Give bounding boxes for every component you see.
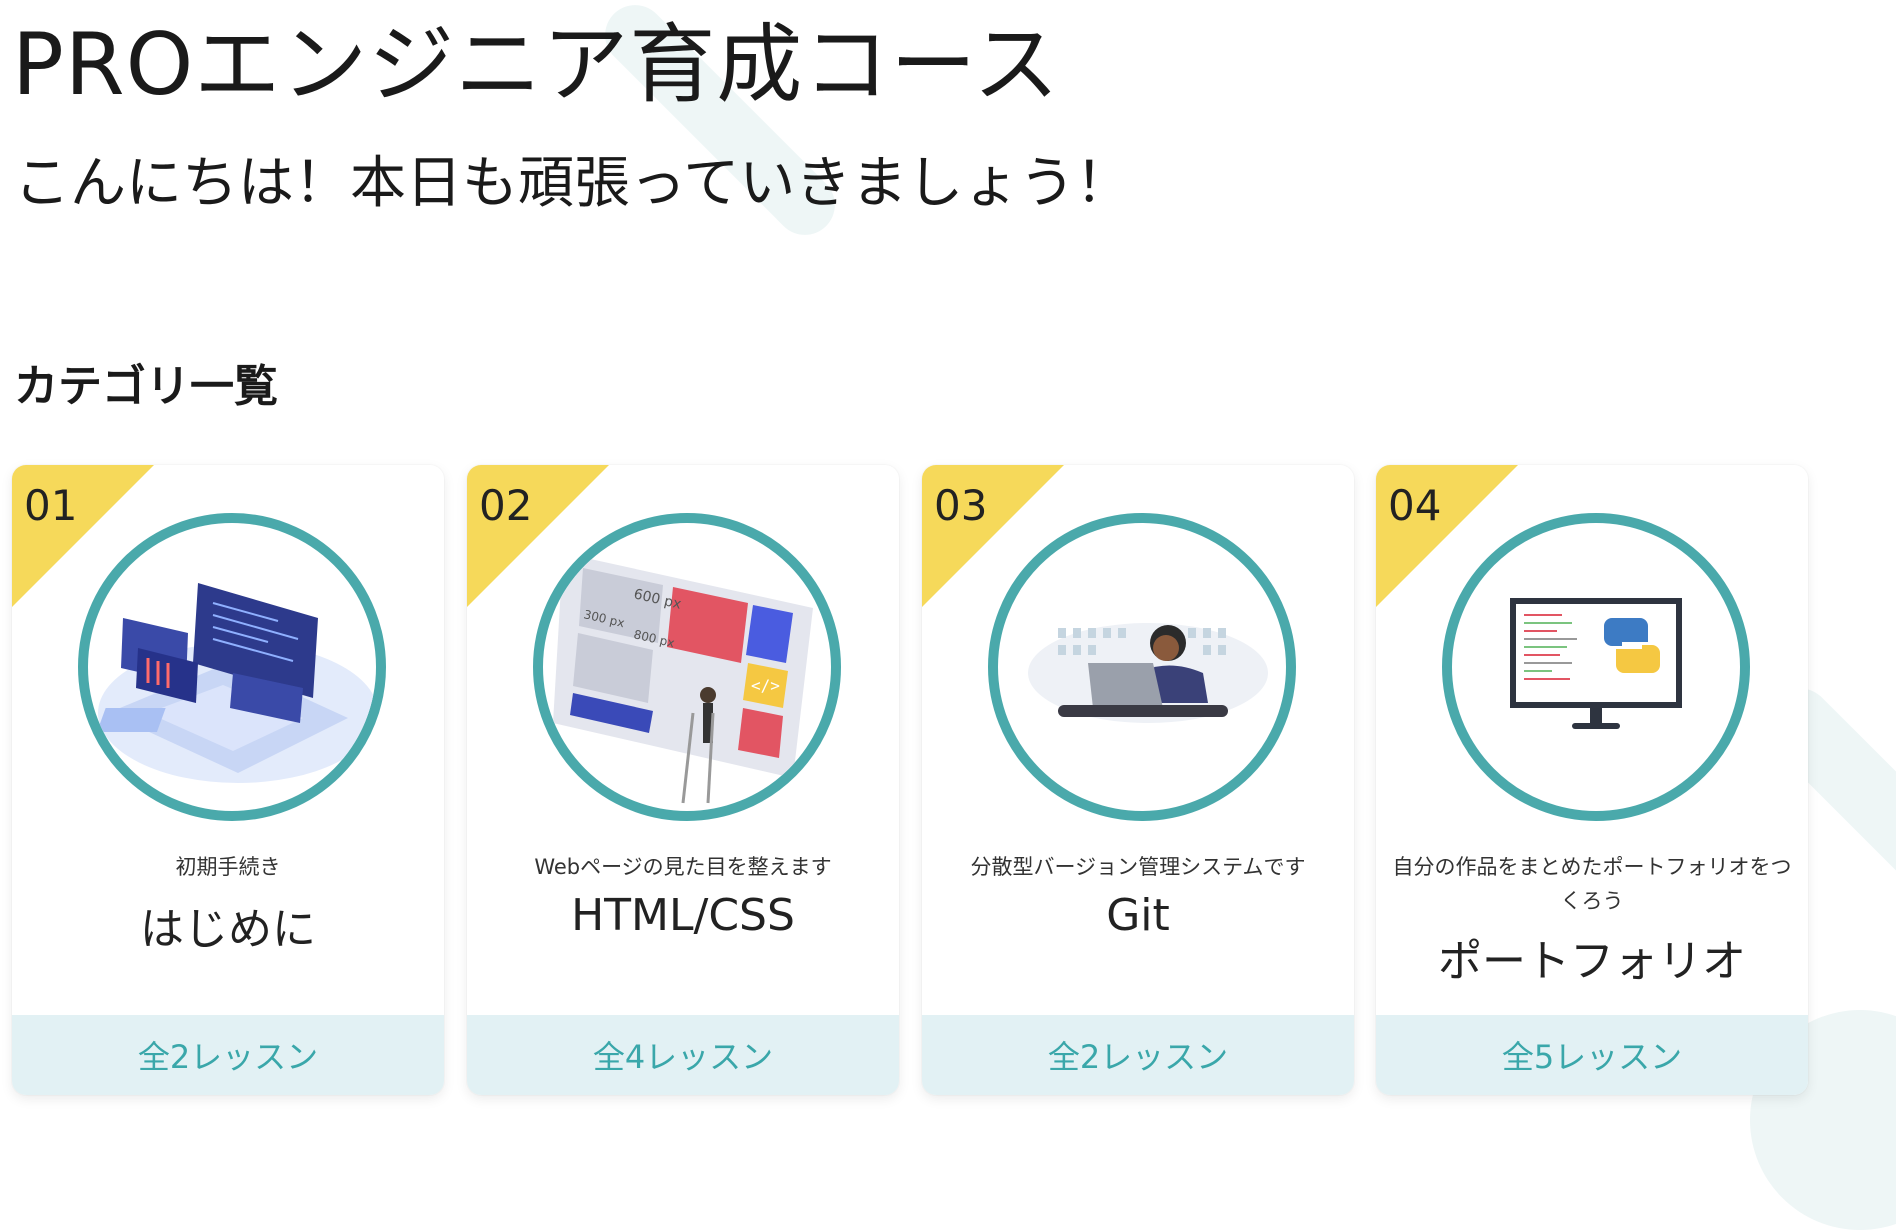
page-title: PROエンジニア育成コース bbox=[12, 15, 1061, 115]
lesson-count[interactable]: 全4レッスン bbox=[467, 1015, 899, 1095]
category-description: 初期手続き bbox=[175, 855, 281, 879]
category-title: ポートフォリオ bbox=[1438, 936, 1746, 987]
category-description: 分散型バージョン管理システムです bbox=[970, 855, 1306, 879]
lesson-count[interactable]: 全2レッスン bbox=[12, 1015, 444, 1095]
category-description: 自分の作品をまとめたポートフォリオをつくろう bbox=[1392, 855, 1792, 913]
category-title: HTML/CSS bbox=[571, 890, 795, 941]
category-card-git[interactable]: 03 分散型バージョン管理システムです Git 全2レッスン bbox=[922, 465, 1354, 1095]
web-layout-icon: 600 px 300 px 800 px </> bbox=[533, 513, 841, 821]
person-laptop-icon bbox=[988, 513, 1296, 821]
category-title: はじめに bbox=[140, 904, 316, 955]
category-number: 02 bbox=[479, 481, 533, 530]
category-number: 04 bbox=[1388, 481, 1442, 530]
category-number: 01 bbox=[24, 481, 78, 530]
image-label: </> bbox=[751, 676, 780, 695]
category-number: 03 bbox=[934, 481, 988, 530]
category-title: Git bbox=[1106, 890, 1170, 941]
laptop-code-icon bbox=[78, 513, 386, 821]
monitor-python-icon bbox=[1442, 513, 1750, 821]
category-card-portfolio[interactable]: 04 自分の作品をまとめたポートフォリオをつくろう ポートフォリオ 全5レッスン bbox=[1376, 465, 1808, 1095]
greeting-text: こんにちは！本日も頑張っていきましょう！ bbox=[14, 151, 1132, 216]
category-card-html-css[interactable]: 02 600 px 300 px 800 px </> Webページの見た目を整… bbox=[467, 465, 899, 1095]
lesson-count[interactable]: 全2レッスン bbox=[922, 1015, 1354, 1095]
section-title: カテゴリ一覧 bbox=[14, 361, 278, 412]
category-card-intro[interactable]: 01 初期手続き はじめに 全2レッスン bbox=[12, 465, 444, 1095]
category-description: Webページの見た目を整えます bbox=[534, 855, 832, 879]
lesson-count[interactable]: 全5レッスン bbox=[1376, 1015, 1808, 1095]
